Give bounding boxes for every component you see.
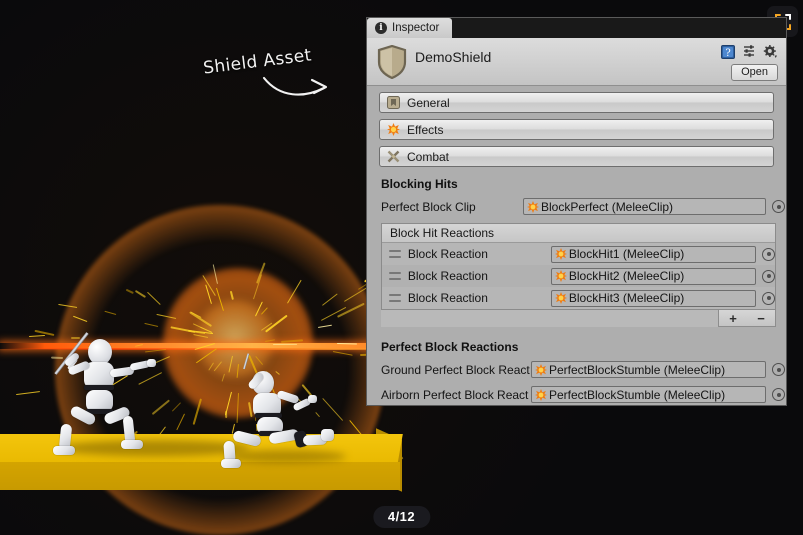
help-book-icon[interactable]: ? [721, 45, 735, 59]
object-picker-icon[interactable] [772, 388, 785, 401]
header-icon-group: ? [721, 45, 778, 59]
object-field[interactable]: PerfectBlockStumble (MeleeClip) [531, 361, 766, 378]
list-header: Block Hit Reactions [382, 224, 775, 243]
hand-left [308, 395, 317, 403]
foot-front [221, 459, 241, 468]
add-item-button[interactable]: + [729, 312, 737, 325]
foot-back [53, 446, 75, 455]
object-field[interactable]: BlockHit3 (MeleeClip) [550, 289, 757, 307]
object-picker-icon[interactable] [772, 200, 785, 213]
info-circle-icon: i [375, 22, 387, 34]
object-field-value: PerfectBlockStumble (MeleeClip) [549, 362, 726, 377]
object-field[interactable]: BlockHit1 (MeleeClip) [550, 245, 757, 263]
list-item-label: Block Reaction [407, 269, 488, 283]
melee-clip-burst-icon [527, 200, 539, 213]
object-field-value: PerfectBlockStumble (MeleeClip) [549, 387, 726, 402]
inspector-body: General Effects Combat Blocking Hits Per… [367, 92, 786, 404]
object-field[interactable]: BlockPerfect (MeleeClip) [523, 198, 766, 215]
general-tag-icon [387, 96, 400, 109]
character-defender [221, 353, 345, 468]
object-field-value: BlockHit2 (MeleeClip) [568, 269, 685, 283]
tab-inspector[interactable]: i Inspector [367, 18, 453, 38]
foot-back [321, 429, 334, 441]
list-item[interactable]: Block Reaction BlockHit1 (MeleeClip) [382, 243, 776, 265]
block-hit-reactions-list: Block Hit Reactions Block Reaction BlockH… [381, 223, 776, 310]
platform-face [0, 462, 400, 490]
tab-inspector-label: Inspector [392, 22, 440, 34]
section-button-effects[interactable]: Effects [379, 119, 774, 140]
effects-burst-icon [387, 123, 400, 136]
object-field-value: BlockHit3 (MeleeClip) [568, 291, 685, 305]
object-picker-icon[interactable] [762, 291, 776, 305]
field-label: Perfect Block Clip [381, 199, 476, 214]
object-field-value: BlockPerfect (MeleeClip) [541, 199, 674, 214]
object-picker-icon[interactable] [762, 247, 776, 261]
list-item[interactable]: Block Reaction BlockHit2 (MeleeClip) [382, 265, 776, 287]
remove-item-button[interactable]: − [757, 312, 765, 325]
melee-clip-burst-icon [554, 270, 567, 282]
field-label: Airborn Perfect Block React [381, 387, 529, 402]
drag-handle-icon[interactable] [389, 294, 401, 302]
list-rows: Block Reaction BlockHit1 (MeleeClip) Block… [382, 243, 776, 309]
list-item[interactable]: Block Reaction BlockHit3 (MeleeClip) [382, 287, 776, 309]
perfect-block-reaction-rows: Ground Perfect Block React PerfectBlockSt… [367, 360, 786, 404]
page-indicator: 4/12 [372, 506, 431, 528]
object-picker-icon[interactable] [762, 269, 776, 283]
melee-clip-burst-icon [535, 363, 547, 376]
section-label: Combat [407, 149, 450, 164]
hand-left [147, 359, 156, 367]
dagger-blade [243, 353, 250, 370]
field-perfect-block-clip: Perfect Block Clip BlockPerfect (MeleeCl… [367, 197, 786, 216]
field-row: Airborn Perfect Block React PerfectBlockS… [367, 385, 786, 404]
object-field[interactable]: BlockHit2 (MeleeClip) [550, 267, 757, 285]
drag-handle-icon[interactable] [389, 250, 401, 258]
object-header: DemoShield ? Open [367, 38, 786, 86]
field-row: Ground Perfect Block React PerfectBlockSt… [367, 360, 786, 379]
preset-sliders-icon[interactable] [742, 45, 756, 59]
object-picker-icon[interactable] [772, 363, 785, 376]
melee-clip-burst-icon [554, 292, 567, 304]
shield-icon [377, 45, 407, 79]
open-button[interactable]: Open [731, 64, 778, 81]
melee-clip-burst-icon [535, 388, 547, 401]
character-attacker [20, 330, 170, 460]
object-field[interactable]: PerfectBlockStumble (MeleeClip) [531, 386, 766, 403]
foot-front [121, 440, 143, 449]
list-item-label: Block Reaction [407, 291, 488, 305]
inspector-tabbar: i Inspector [367, 18, 786, 38]
melee-clip-burst-icon [554, 248, 567, 260]
object-name: DemoShield [415, 49, 492, 65]
list-footer-buttons: + − [718, 310, 776, 327]
svg-text:?: ? [725, 48, 730, 59]
group-title-perfect-block-reactions: Perfect Block Reactions [381, 340, 519, 354]
gear-icon[interactable] [763, 45, 778, 59]
annotation-arrow-icon [262, 76, 328, 96]
group-title-blocking-hits: Blocking Hits [381, 177, 458, 191]
list-item-label: Block Reaction [407, 247, 488, 261]
section-label: General [407, 95, 450, 110]
object-field-value: BlockHit1 (MeleeClip) [568, 247, 685, 261]
section-button-combat[interactable]: Combat [379, 146, 774, 167]
leg-front-thigh [232, 429, 262, 448]
combat-swords-icon [387, 150, 400, 163]
drag-handle-icon[interactable] [389, 272, 401, 280]
list-footer: + − [381, 310, 776, 327]
field-label: Ground Perfect Block React [381, 362, 530, 377]
section-button-general[interactable]: General [379, 92, 774, 113]
section-label: Effects [407, 122, 444, 137]
inspector-panel[interactable]: i Inspector DemoShield ? Open General Ef… [366, 17, 787, 406]
